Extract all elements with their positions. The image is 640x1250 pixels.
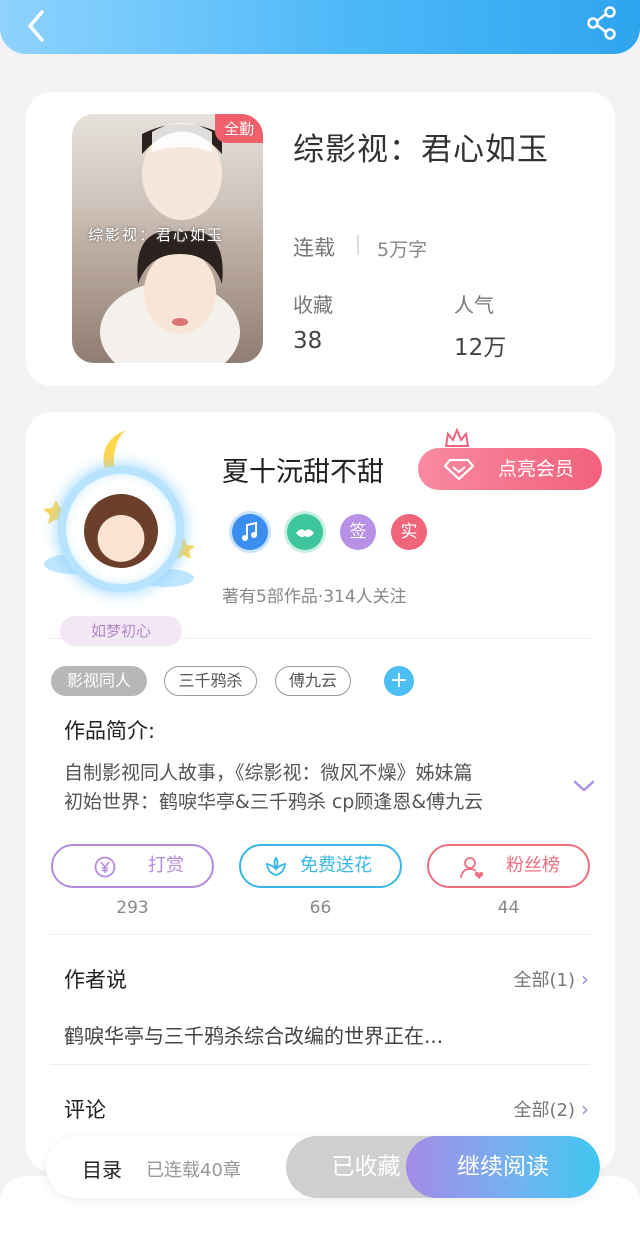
chevron-right-icon: › bbox=[581, 1097, 589, 1121]
popularity-value: 12万 bbox=[454, 335, 507, 361]
comments-see-all[interactable]: 全部(2) › bbox=[514, 1096, 590, 1122]
reward-count: 293 bbox=[116, 898, 149, 918]
book-info-card: 全勤 综影视：君心如玉 综影视：君心如玉 连载 5万字 收藏 38 人气 12万 bbox=[26, 92, 615, 386]
send-flower-label: 免费送花 bbox=[300, 855, 372, 876]
chapter-count: 已连载40章 bbox=[146, 1160, 241, 1181]
chevron-right-icon: › bbox=[581, 967, 589, 991]
status-divider bbox=[357, 235, 359, 255]
handshake-icon[interactable] bbox=[287, 514, 323, 550]
continue-reading-button[interactable]: 继续阅读 bbox=[406, 1136, 600, 1198]
crown-icon bbox=[444, 428, 470, 447]
fan-rank-label: 粉丝榜 bbox=[506, 855, 560, 876]
author-stats: 著有5部作品·314人关注 bbox=[222, 587, 407, 607]
fan-rank-button[interactable]: 粉丝榜 bbox=[427, 844, 590, 888]
reward-button[interactable]: 打赏 bbox=[51, 844, 214, 888]
author-name[interactable]: 夏十沅甜不甜 bbox=[222, 450, 384, 489]
send-flower-button[interactable]: 免费送花 bbox=[239, 844, 402, 888]
full-attendance-badge: 全勤 bbox=[214, 114, 263, 143]
chevron-down-icon[interactable] bbox=[572, 778, 596, 794]
tag-item[interactable]: 三千鸦杀 bbox=[164, 666, 257, 696]
favorites-value: 38 bbox=[293, 328, 323, 354]
avatar-face bbox=[84, 494, 158, 568]
yen-coin-icon bbox=[94, 856, 116, 878]
intro-line: 初始世界：鹤唳华亭&三千鸦杀 cp顾逢恩&傅九云 bbox=[64, 791, 484, 813]
divider bbox=[50, 638, 590, 639]
see-all-label: 全部(1) bbox=[513, 970, 576, 991]
see-all-label: 全部(2) bbox=[513, 1100, 576, 1121]
flower-count: 66 bbox=[309, 898, 332, 918]
toc-button[interactable]: 目录 bbox=[82, 1154, 122, 1183]
book-cover[interactable]: 全勤 综影视：君心如玉 bbox=[72, 114, 263, 363]
reward-label: 打赏 bbox=[148, 855, 184, 876]
top-bar bbox=[0, 0, 640, 54]
comments-label: 评论 bbox=[64, 1098, 106, 1122]
book-title: 综影视：君心如玉 bbox=[293, 132, 549, 168]
fan-rank-count: 44 bbox=[497, 898, 520, 918]
divider bbox=[50, 934, 590, 935]
add-tag-button[interactable]: + bbox=[384, 666, 414, 696]
author-avatar[interactable]: 如梦初心 bbox=[34, 426, 204, 646]
vip-button-label: 点亮会员 bbox=[497, 458, 574, 480]
verified-medal[interactable]: 实 bbox=[391, 514, 427, 550]
serial-status: 连载 bbox=[293, 236, 335, 260]
intro-text: 自制影视同人故事，《综影视：微风不燥》姊妹篇 初始世界：鹤唳华亭&三千鸦杀 cp… bbox=[64, 759, 554, 817]
tag-item[interactable]: 影视同人 bbox=[51, 666, 147, 696]
share-icon[interactable] bbox=[584, 4, 620, 40]
intro-line: 自制影视同人故事，《综影视：微风不燥》姊妹篇 bbox=[64, 762, 473, 784]
music-note-icon[interactable] bbox=[232, 514, 268, 550]
fan-group-name: 如梦初心 bbox=[60, 616, 182, 646]
bottom-action-bar: 目录 已连载40章 已收藏 继续阅读 bbox=[46, 1136, 600, 1198]
tag-item[interactable]: 傅九云 bbox=[275, 666, 351, 696]
popularity-label: 人气 bbox=[454, 293, 494, 317]
signed-medal[interactable]: 签 bbox=[340, 514, 376, 550]
flower-icon bbox=[265, 856, 287, 876]
back-arrow-icon[interactable] bbox=[20, 6, 56, 42]
author-says-see-all[interactable]: 全部(1) › bbox=[514, 966, 590, 992]
cover-title-text: 综影视：君心如玉 bbox=[88, 226, 225, 244]
details-card: 如梦初心 夏十沅甜不甜 点亮会员 签 实 著有5部作品·314人关注 影视同人 … bbox=[26, 412, 615, 1172]
user-heart-icon bbox=[460, 857, 484, 879]
author-says-label: 作者说 bbox=[64, 968, 127, 992]
diamond-icon bbox=[444, 458, 474, 480]
vip-button[interactable]: 点亮会员 bbox=[418, 448, 602, 490]
intro-label: 作品简介: bbox=[64, 719, 156, 743]
favorites-label: 收藏 bbox=[293, 293, 333, 317]
word-count: 5万字 bbox=[377, 239, 428, 261]
author-note-preview[interactable]: 鹤唳华亭与三千鸦杀综合改编的世界正在... bbox=[64, 1020, 443, 1049]
divider bbox=[50, 1064, 590, 1065]
